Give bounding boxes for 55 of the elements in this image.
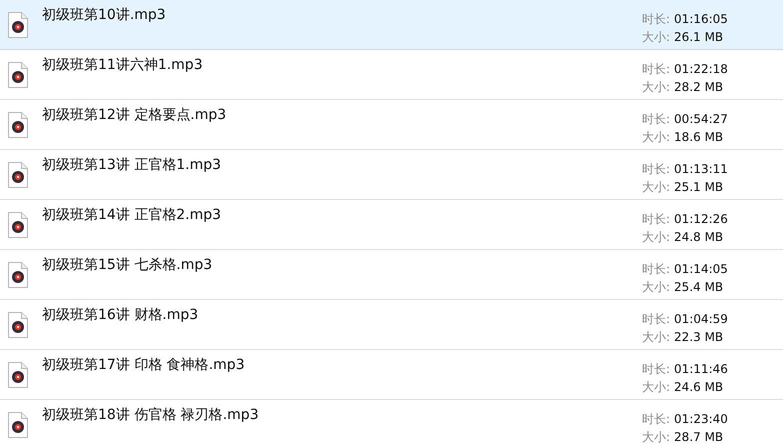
file-name: 初级班第17讲 印格 食神格.mp3 [42, 356, 246, 374]
audio-file-icon [8, 312, 28, 338]
size-value: 28.2 MB [674, 79, 724, 96]
audio-file-icon [8, 362, 28, 388]
size-label: 大小: [642, 229, 670, 246]
size-value: 28.7 MB [674, 429, 724, 446]
size-value: 24.8 MB [674, 229, 724, 246]
file-name: 初级班第16讲 财格.mp3 [42, 306, 200, 324]
size-value: 18.6 MB [674, 129, 724, 146]
audio-file-icon [8, 12, 28, 38]
size-value: 22.3 MB [674, 329, 724, 346]
audio-file-icon [8, 62, 28, 88]
duration-value: 01:16:05 [674, 11, 728, 28]
duration-label: 时长: [642, 11, 670, 28]
size-label: 大小: [642, 129, 670, 146]
audio-file-icon [8, 162, 28, 188]
duration-value: 01:04:59 [674, 311, 728, 328]
audio-file-icon [8, 112, 28, 138]
file-name: 初级班第10讲.mp3 [42, 6, 167, 24]
file-name: 初级班第13讲 正官格1.mp3 [42, 156, 222, 174]
audio-file-icon [8, 412, 28, 438]
duration-label: 时长: [642, 261, 670, 278]
file-name: 初级班第15讲 七杀格.mp3 [42, 256, 214, 274]
size-label: 大小: [642, 429, 670, 446]
file-name: 初级班第14讲 正官格2.mp3 [42, 206, 222, 224]
duration-label: 时长: [642, 161, 670, 178]
file-row[interactable]: 初级班第10讲.mp3 时长: 01:16:05 大小: 26.1 MB [0, 0, 783, 50]
file-name: 初级班第12讲 定格要点.mp3 [42, 106, 228, 124]
size-label: 大小: [642, 179, 670, 196]
audio-file-icon [8, 212, 28, 238]
audio-file-icon [8, 262, 28, 288]
duration-value: 01:14:05 [674, 261, 728, 278]
duration-value: 00:54:27 [674, 111, 728, 128]
duration-value: 01:13:11 [674, 161, 728, 178]
size-label: 大小: [642, 79, 670, 96]
duration-value: 01:23:40 [674, 411, 728, 428]
duration-label: 时长: [642, 111, 670, 128]
size-value: 26.1 MB [674, 29, 724, 46]
duration-label: 时长: [642, 311, 670, 328]
size-label: 大小: [642, 29, 670, 46]
duration-label: 时长: [642, 61, 670, 78]
size-value: 25.4 MB [674, 279, 724, 296]
duration-value: 01:22:18 [674, 61, 728, 78]
duration-label: 时长: [642, 211, 670, 228]
size-value: 24.6 MB [674, 379, 724, 396]
size-label: 大小: [642, 279, 670, 296]
file-name: 初级班第11讲六神1.mp3 [42, 56, 204, 74]
size-label: 大小: [642, 329, 670, 346]
duration-label: 时长: [642, 361, 670, 378]
size-value: 25.1 MB [674, 179, 724, 196]
duration-label: 时长: [642, 411, 670, 428]
size-label: 大小: [642, 379, 670, 396]
duration-value: 01:11:46 [674, 361, 728, 378]
file-name: 初级班第18讲 伤官格 禄刃格.mp3 [42, 406, 260, 424]
duration-value: 01:12:26 [674, 211, 728, 228]
